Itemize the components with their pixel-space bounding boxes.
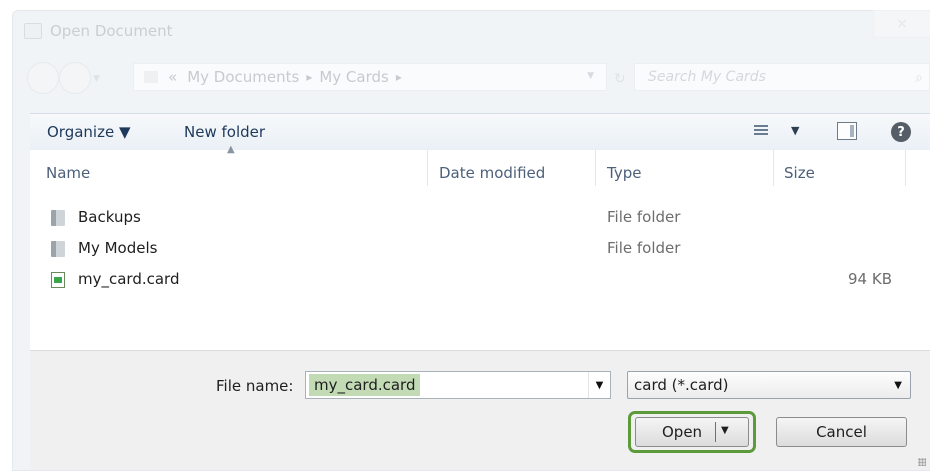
chevron-down-icon[interactable]: ▼ [588, 372, 610, 398]
list-item[interactable]: Backups File folder [30, 204, 930, 230]
title-bar: Open Document [14, 14, 914, 48]
breadcrumb-my-documents[interactable]: My Documents [187, 68, 299, 86]
cancel-button-label: Cancel [816, 423, 867, 441]
file-name: my_card.card [78, 270, 180, 288]
chevron-right-icon[interactable]: ▸ [396, 70, 402, 84]
folder-icon [144, 71, 158, 83]
file-list: ▲ Name Date modified Type Size Backups F… [30, 144, 930, 350]
close-icon: × [896, 16, 908, 32]
window-title: Open Document [50, 22, 173, 40]
resize-grip-icon[interactable] [918, 458, 926, 466]
file-name-input[interactable]: my_card.card ▼ [305, 371, 611, 399]
chevron-down-icon[interactable]: ▼ [721, 425, 729, 436]
file-type-selected: card (*.card) [634, 376, 729, 394]
address-bar[interactable]: « My Documents ▸ My Cards ▸ ▼ [133, 63, 607, 91]
file-type: File folder [607, 239, 681, 257]
search-input[interactable]: Search My Cards ⌕ [634, 63, 930, 91]
folder-icon [51, 241, 65, 257]
chevron-right-icon[interactable]: ▸ [306, 70, 312, 84]
address-dropdown-icon[interactable]: ▼ [587, 71, 594, 81]
chevron-down-icon[interactable]: ▼ [894, 380, 902, 391]
close-button[interactable]: × [873, 10, 930, 38]
help-icon[interactable]: ? [891, 122, 911, 142]
dialog-footer: File name: my_card.card ▼ card (*.card) … [30, 350, 930, 470]
sort-ascending-icon: ▲ [227, 144, 235, 155]
file-name: Backups [78, 208, 141, 226]
split-divider [715, 422, 716, 442]
history-dropdown-icon[interactable]: ▼ [93, 74, 100, 84]
column-header-size[interactable]: Size [784, 164, 815, 182]
view-dropdown-icon[interactable]: ▼ [791, 124, 799, 137]
breadcrumb-my-cards[interactable]: My Cards [319, 68, 389, 86]
refresh-icon[interactable]: ↻ [614, 71, 626, 87]
column-header-date[interactable]: Date modified [439, 164, 545, 182]
file-size: 94 KB [848, 270, 892, 288]
folder-icon [51, 210, 65, 226]
window-app-icon [24, 23, 42, 39]
preview-pane-icon[interactable] [837, 122, 857, 140]
file-type-select[interactable]: card (*.card) ▼ [627, 371, 911, 399]
list-item[interactable]: my_card.card 94 KB [30, 266, 930, 292]
file-name-label: File name: [216, 377, 294, 395]
view-options-icon[interactable] [754, 125, 768, 137]
open-button-label: Open [662, 423, 703, 441]
column-divider[interactable] [427, 150, 428, 186]
file-name-value[interactable]: my_card.card [309, 374, 421, 396]
column-divider[interactable] [595, 150, 596, 186]
list-item[interactable]: My Models File folder [30, 235, 930, 261]
file-type: File folder [607, 208, 681, 226]
file-name: My Models [78, 239, 158, 257]
breadcrumb-overflow[interactable]: « [168, 68, 177, 86]
column-header-type[interactable]: Type [607, 164, 641, 182]
card-file-icon [51, 272, 65, 288]
open-button[interactable]: Open ▼ [635, 417, 749, 447]
new-folder-button[interactable]: New folder [184, 123, 265, 141]
search-icon: ⌕ [915, 70, 923, 86]
column-divider[interactable] [773, 150, 774, 186]
back-button[interactable] [27, 62, 59, 94]
command-toolbar: Organize ▼ New folder ▼ ? [30, 113, 930, 151]
address-row: ▼ « My Documents ▸ My Cards ▸ ▼ ↻ Search… [14, 58, 930, 98]
search-placeholder: Search My Cards [648, 69, 766, 85]
forward-button[interactable] [59, 62, 91, 94]
organize-menu[interactable]: Organize ▼ [47, 123, 131, 141]
column-divider[interactable] [905, 150, 906, 186]
cancel-button[interactable]: Cancel [776, 417, 907, 447]
column-header-name[interactable]: Name [46, 164, 90, 182]
